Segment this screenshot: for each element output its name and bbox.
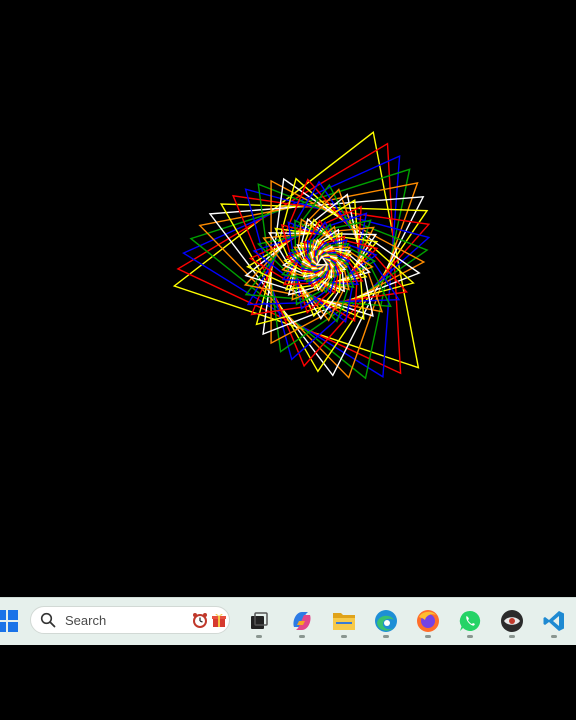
task-view-button[interactable]	[242, 604, 276, 638]
whatsapp-icon	[459, 610, 481, 631]
gift-icon	[212, 613, 226, 627]
copilot-button[interactable]	[285, 604, 319, 638]
vscode-button[interactable]	[537, 604, 571, 638]
alarm-clock-icon	[193, 613, 207, 628]
spiral-triangle-drawing	[172, 131, 431, 380]
edge-browser-button[interactable]	[369, 604, 403, 638]
windows-start-icon	[0, 610, 18, 632]
firefox-button[interactable]	[411, 604, 445, 638]
search-placeholder: Search	[65, 612, 107, 628]
windows-taskbar: Search	[0, 597, 576, 645]
file-explorer-button[interactable]	[327, 604, 361, 638]
whatsapp-button[interactable]	[453, 604, 487, 638]
firefox-icon	[417, 610, 439, 632]
file-explorer-icon	[333, 613, 355, 630]
taskbar-search-box[interactable]: Search	[30, 606, 230, 634]
search-icon	[40, 612, 56, 628]
edge-browser-icon	[375, 610, 397, 632]
eye-app-button[interactable]	[495, 604, 529, 638]
vscode-icon	[543, 611, 564, 631]
copilot-icon	[293, 612, 311, 630]
eye-app-icon	[501, 610, 523, 632]
task-view-icon	[251, 612, 268, 629]
start-button[interactable]	[0, 604, 24, 638]
drawing-canvas	[0, 0, 576, 597]
bottom-letterbox	[0, 645, 576, 720]
